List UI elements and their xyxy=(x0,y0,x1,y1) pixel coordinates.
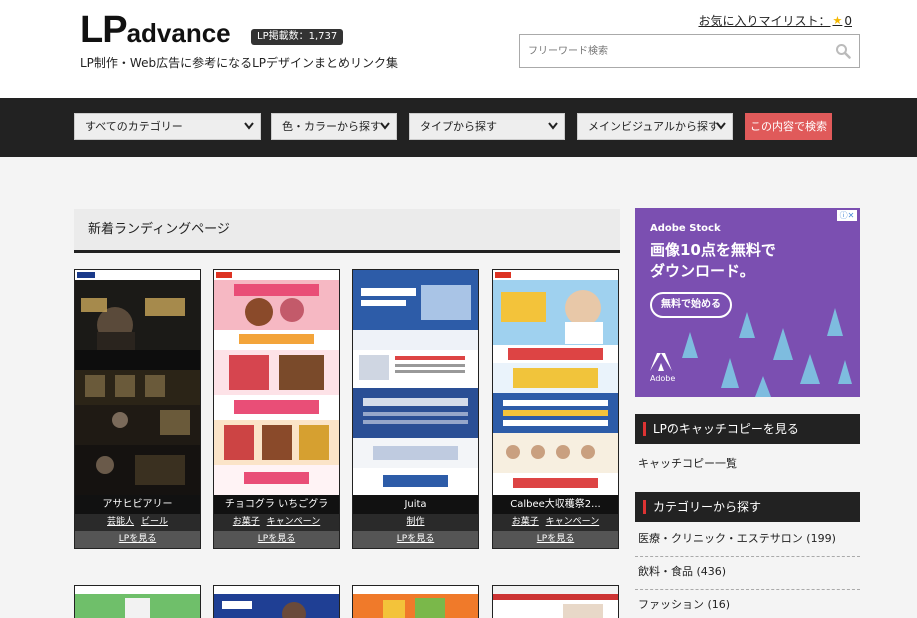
view-lp-link[interactable]: LPを見る xyxy=(75,531,200,548)
lp-card-title: Juita xyxy=(353,495,478,514)
lp-count-badge: LP掲載数：1,737 xyxy=(251,29,344,45)
color-select-value: 色・カラーから探す xyxy=(282,120,381,133)
lp-thumbnail[interactable] xyxy=(75,586,200,618)
tag-link[interactable]: 制作 xyxy=(406,517,424,527)
lp-card[interactable]: アサヒビアリー 芸能人 ビール LPを見る xyxy=(74,269,201,549)
lp-card-title: アサヒビアリー xyxy=(75,495,200,514)
view-lp-link[interactable]: LPを見る xyxy=(493,531,618,548)
chevron-down-icon xyxy=(244,122,254,130)
catchcopy-link[interactable]: キャッチコピー一覧 xyxy=(638,455,737,471)
ad-brand: Adobe Stock xyxy=(650,223,721,234)
lp-card-title: Calbee大収穫祭2... xyxy=(493,495,618,514)
tag-link[interactable]: キャンペーン xyxy=(267,517,321,527)
ad-headline-line: ダウンロード。 xyxy=(650,262,755,280)
ad-logo-label: Adobe xyxy=(650,374,676,383)
ad-cta-button[interactable]: 無料で始める xyxy=(650,292,732,318)
view-lp-link[interactable]: LPを見る xyxy=(353,531,478,548)
category-link[interactable]: 医療・クリニック・エステサロン (199) xyxy=(635,524,860,557)
lp-card[interactable] xyxy=(213,585,340,618)
visual-select[interactable]: メインビジュアルから探す xyxy=(577,113,733,140)
lp-thumbnail[interactable] xyxy=(75,270,200,495)
lp-thumbnail[interactable] xyxy=(353,586,478,618)
type-select-value: タイプから探す xyxy=(420,120,497,133)
lp-card-tags: お菓子 キャンペーン xyxy=(493,514,618,531)
catchcopy-heading: LPのキャッチコピーを見る xyxy=(635,414,860,444)
lp-thumbnail[interactable] xyxy=(493,586,618,618)
color-select[interactable]: 色・カラーから探す xyxy=(271,113,397,140)
tag-link[interactable]: キャンペーン xyxy=(546,517,600,527)
favorites-label: お気に入りマイリスト： xyxy=(698,14,831,28)
category-select[interactable]: すべてのカテゴリー xyxy=(74,113,261,140)
ad-info-icon[interactable]: ⓘ✕ xyxy=(837,210,857,221)
lp-thumbnail[interactable] xyxy=(214,270,339,495)
lp-card[interactable] xyxy=(74,585,201,618)
view-lp-link[interactable]: LPを見る xyxy=(214,531,339,548)
search-input[interactable] xyxy=(520,35,820,67)
category-link[interactable]: ファッション (16) xyxy=(635,590,860,618)
favorites-count: 0 xyxy=(844,13,852,28)
lp-thumbnail[interactable] xyxy=(493,270,618,495)
ad-headline-line: 画像10点を無料で xyxy=(650,241,776,259)
lp-card[interactable] xyxy=(352,585,479,618)
category-link[interactable]: 飲料・食品 (436) xyxy=(635,557,860,590)
lp-thumbnail[interactable] xyxy=(214,586,339,618)
ad-headline: 画像10点を無料で ダウンロード。 xyxy=(650,240,776,282)
lp-card[interactable] xyxy=(492,585,619,618)
site-tagline: LP制作・Web広告に参考になるLPデザインまとめリンク集 xyxy=(80,56,399,70)
site-header: LP advance LP掲載数：1,737 LP制作・Web広告に参考になるL… xyxy=(0,0,917,98)
logo-lp: LP xyxy=(80,9,128,51)
visual-select-value: メインビジュアルから探す xyxy=(588,120,720,133)
search-icon[interactable] xyxy=(835,43,851,59)
search-box xyxy=(519,34,860,68)
filter-bar: すべてのカテゴリー 色・カラーから探す タイプから探す メインビジュアルから探す… xyxy=(0,98,917,157)
lp-card[interactable]: チョコグラ いちごグラ お菓子 キャンペーン LPを見る xyxy=(213,269,340,549)
chevron-down-icon xyxy=(548,122,558,130)
lp-card[interactable]: Calbee大収穫祭2... お菓子 キャンペーン LPを見る xyxy=(492,269,619,549)
search-submit-button[interactable]: この内容で検索 xyxy=(745,113,832,140)
tag-link[interactable]: お菓子 xyxy=(512,517,539,527)
chevron-down-icon xyxy=(380,122,390,130)
section-title: 新着ランディングページ xyxy=(74,209,620,253)
lp-card-tags: 制作 xyxy=(353,514,478,531)
category-select-value: すべてのカテゴリー xyxy=(85,120,183,133)
tag-link[interactable]: お菓子 xyxy=(233,517,260,527)
ad-banner[interactable]: Adobe Stock 画像10点を無料で ダウンロード。 無料で始める Ado… xyxy=(635,208,860,397)
adobe-logo-icon xyxy=(650,353,672,371)
category-heading: カテゴリーから探す xyxy=(635,492,860,522)
lp-card[interactable]: Juita 制作 LPを見る xyxy=(352,269,479,549)
type-select[interactable]: タイプから探す xyxy=(409,113,565,140)
lp-thumbnail[interactable] xyxy=(353,270,478,495)
lp-card-tags: お菓子 キャンペーン xyxy=(214,514,339,531)
star-icon: ★ xyxy=(832,14,843,27)
lp-card-title: チョコグラ いちごグラ xyxy=(214,495,339,514)
lp-card-tags: 芸能人 ビール xyxy=(75,514,200,531)
chevron-down-icon xyxy=(716,122,726,130)
tag-link[interactable]: ビール xyxy=(141,517,168,527)
logo-advance: advance xyxy=(126,18,231,48)
favorites-link[interactable]: お気に入りマイリスト： ★ 0 xyxy=(698,12,852,29)
site-logo[interactable]: LP advance xyxy=(80,10,231,53)
tag-link[interactable]: 芸能人 xyxy=(107,517,134,527)
